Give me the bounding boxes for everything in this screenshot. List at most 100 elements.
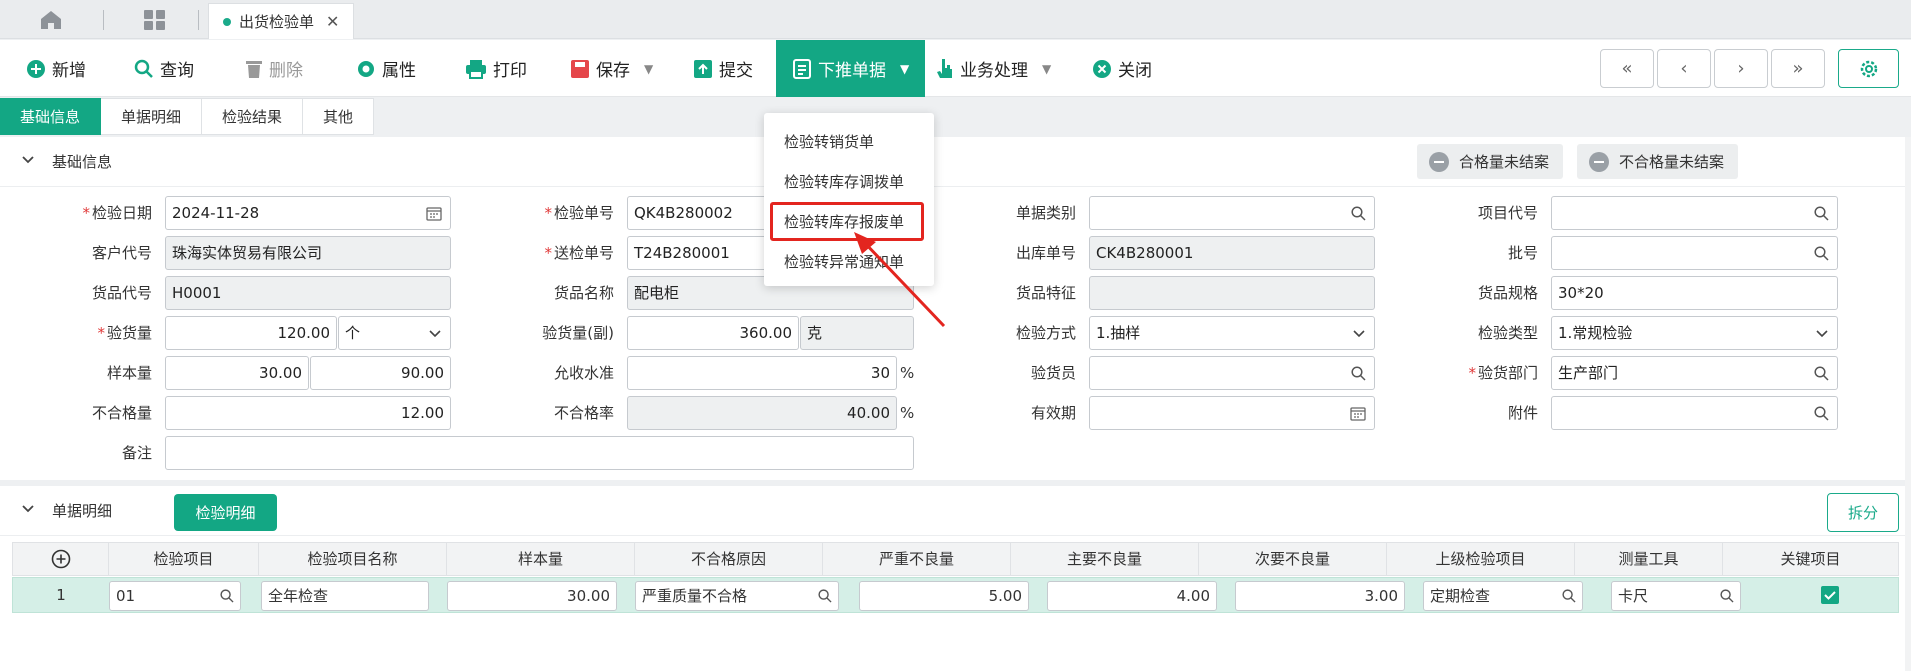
accept-level-field[interactable]: 30: [627, 356, 897, 390]
tab-basic-info[interactable]: 基础信息: [0, 98, 102, 135]
business-button[interactable]: 业务处理 ▼: [936, 40, 1051, 97]
pass-qty-unclosed-button[interactable]: 合格量未结案: [1417, 144, 1564, 179]
col-measure-tool[interactable]: 测量工具: [1575, 543, 1723, 575]
chevron-down-icon[interactable]: [20, 152, 36, 168]
apps-grid-icon[interactable]: [142, 8, 168, 32]
item-spec-field[interactable]: 30*20: [1551, 276, 1838, 310]
chevron-down-icon[interactable]: [20, 501, 36, 517]
project-code-field[interactable]: [1551, 196, 1838, 230]
first-record-button[interactable]: «: [1600, 49, 1654, 88]
push-document-button[interactable]: 下推单据 ▼: [776, 40, 926, 97]
key-item-checkbox[interactable]: [1821, 586, 1839, 604]
inspector-field[interactable]: [1089, 356, 1375, 390]
query-button[interactable]: 查询: [134, 40, 194, 97]
tab-inspection-result[interactable]: 检验结果: [202, 98, 304, 135]
col-inspect-item[interactable]: 检验项目: [109, 543, 259, 575]
detail-title: 单据明细: [52, 502, 113, 520]
search-icon[interactable]: [1814, 366, 1829, 381]
unit-select[interactable]: 个: [338, 316, 451, 350]
col-inspect-item-name[interactable]: 检验项目名称: [259, 543, 447, 575]
parent-item-cell[interactable]: 定期检查: [1423, 581, 1583, 611]
next-record-button[interactable]: ›: [1714, 49, 1768, 88]
fail-qty-unclosed-button[interactable]: 不合格量未结案: [1577, 144, 1739, 179]
doc-type-field[interactable]: [1089, 196, 1375, 230]
col-severe-defect[interactable]: 严重不良量: [823, 543, 1011, 575]
inspect-qty-field[interactable]: 120.00: [165, 316, 337, 350]
inspect-method-label: 检验方式: [1015, 324, 1076, 342]
calendar-icon[interactable]: [426, 206, 442, 221]
delete-button[interactable]: 删除: [245, 40, 303, 97]
customer-code-field[interactable]: 珠海实体贸易有限公司: [165, 236, 451, 270]
menu-item-to-sales[interactable]: 检验转销货单: [784, 131, 874, 152]
search-icon: [134, 59, 153, 78]
remark-field[interactable]: [165, 436, 914, 470]
expiry-field[interactable]: [1089, 396, 1375, 430]
search-icon[interactable]: [220, 589, 234, 603]
inspect-item-name-cell[interactable]: 全年检查: [261, 581, 429, 611]
settings-button[interactable]: [1838, 49, 1899, 88]
close-label: 关闭: [1118, 61, 1152, 81]
item-feature-field[interactable]: [1089, 276, 1375, 310]
search-icon[interactable]: [1814, 406, 1829, 421]
submit-button[interactable]: 提交: [693, 40, 753, 97]
save-button[interactable]: 保存 ▼: [570, 40, 653, 97]
sample-qty2-field[interactable]: 90.00: [310, 356, 451, 390]
inspect-type-label: 检验类型: [1477, 324, 1538, 342]
attachment-field[interactable]: [1551, 396, 1838, 430]
sample-qty-cell[interactable]: 30.00: [447, 581, 617, 611]
col-key-item[interactable]: 关键项目: [1723, 543, 1898, 575]
inspect-item-cell[interactable]: 01: [109, 581, 241, 611]
add-button[interactable]: 新增: [26, 40, 86, 97]
search-icon[interactable]: [1814, 246, 1829, 261]
home-icon[interactable]: [36, 8, 66, 32]
properties-button[interactable]: 属性: [356, 40, 416, 97]
minor-defect-cell[interactable]: 3.00: [1235, 581, 1405, 611]
fail-reason-cell[interactable]: 严重质量不合格: [635, 581, 839, 611]
inspect-type-select[interactable]: 1.常规检验: [1551, 316, 1838, 350]
last-record-button[interactable]: »: [1771, 49, 1825, 88]
tab-other[interactable]: 其他: [303, 98, 375, 135]
severe-defect-cell[interactable]: 5.00: [859, 581, 1029, 611]
table-row[interactable]: 1 01 全年检查 30.00 严重质量不合格 5.00 4.00 3.00 定…: [12, 577, 1899, 613]
inspect-qty2-field[interactable]: 360.00: [627, 316, 799, 350]
prev-record-button[interactable]: ‹: [1657, 49, 1711, 88]
col-fail-reason[interactable]: 不合格原因: [635, 543, 823, 575]
col-major-defect[interactable]: 主要不良量: [1011, 543, 1199, 575]
inspect-method-select[interactable]: 1.抽样: [1089, 316, 1375, 350]
col-sample-qty[interactable]: 样本量: [447, 543, 635, 575]
fail-rate-field[interactable]: 40.00: [627, 396, 897, 430]
measure-tool-cell[interactable]: 卡尺: [1611, 581, 1741, 611]
search-icon[interactable]: [1814, 206, 1829, 221]
tab-outbound-inspection[interactable]: 出货检验单 ✕: [208, 3, 355, 39]
inspect-date-field[interactable]: 2024-11-28: [165, 196, 451, 230]
chevron-down-icon: [1816, 330, 1828, 338]
vertical-scrollbar[interactable]: [1905, 137, 1911, 671]
close-icon[interactable]: ✕: [326, 12, 339, 31]
tab-inspection-detail[interactable]: 检验明细: [174, 494, 277, 531]
chevron-down-icon: [1353, 330, 1365, 338]
sample-qty-label: 样本量: [106, 364, 152, 382]
tab-document-detail[interactable]: 单据明细: [101, 98, 203, 135]
inspect-dept-field[interactable]: 生产部门: [1551, 356, 1838, 390]
batch-no-field[interactable]: [1551, 236, 1838, 270]
sample-qty-field[interactable]: 30.00: [165, 356, 309, 390]
chevron-down-icon: ▼: [900, 61, 910, 76]
item-code-field[interactable]: H0001: [165, 276, 451, 310]
search-icon[interactable]: [818, 589, 832, 603]
search-icon[interactable]: [1351, 206, 1366, 221]
col-parent-item[interactable]: 上级检验项目: [1387, 543, 1575, 575]
search-icon[interactable]: [1351, 366, 1366, 381]
close-button[interactable]: 关闭: [1092, 40, 1152, 97]
split-button[interactable]: 拆分: [1827, 493, 1899, 532]
col-minor-defect[interactable]: 次要不良量: [1199, 543, 1387, 575]
fail-qty-field[interactable]: 12.00: [165, 396, 451, 430]
add-row-icon[interactable]: [13, 543, 109, 575]
search-icon[interactable]: [1720, 589, 1734, 603]
out-no-field[interactable]: CK4B280001: [1089, 236, 1375, 270]
search-icon[interactable]: [1562, 589, 1576, 603]
major-defect-cell[interactable]: 4.00: [1047, 581, 1217, 611]
calendar-icon[interactable]: [1350, 406, 1366, 421]
menu-item-to-transfer[interactable]: 检验转库存调拨单: [784, 171, 904, 192]
print-button[interactable]: 打印: [465, 40, 527, 97]
customer-code-label: 客户代号: [91, 244, 152, 262]
